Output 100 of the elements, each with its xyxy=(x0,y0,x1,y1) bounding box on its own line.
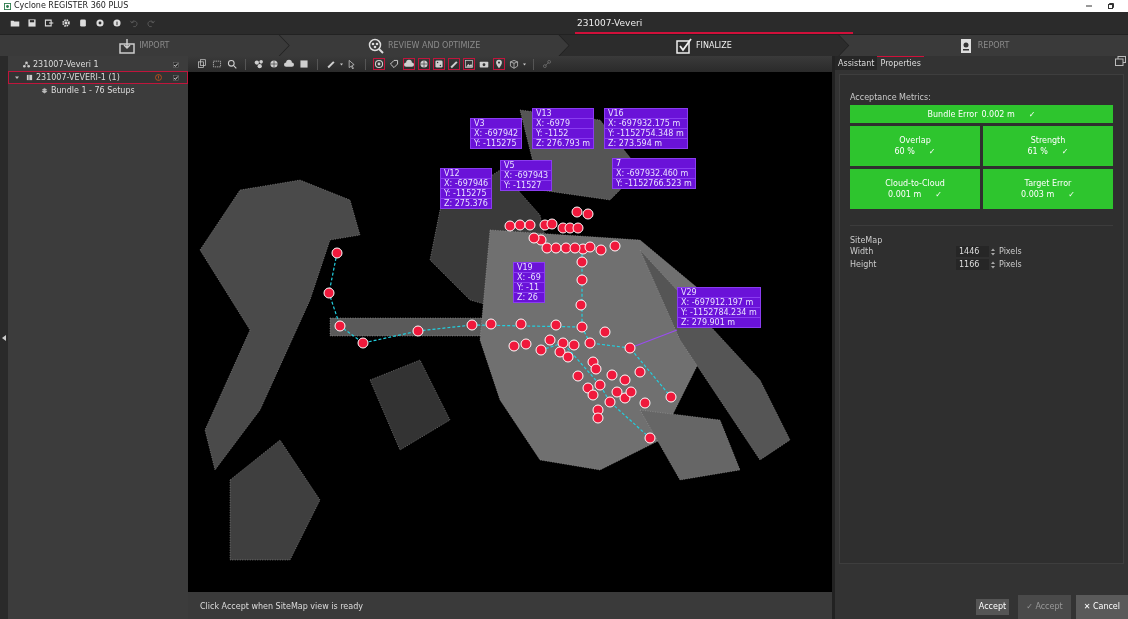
scan-label-title: V12 xyxy=(443,169,461,178)
scan-position-marker[interactable] xyxy=(514,219,526,231)
scan-position-marker[interactable] xyxy=(535,344,547,356)
scan-position-marker[interactable] xyxy=(569,242,581,254)
scan-position-marker[interactable] xyxy=(634,366,646,378)
square-icon[interactable] xyxy=(298,58,310,70)
pin-icon[interactable] xyxy=(493,58,505,70)
scan-position-marker[interactable] xyxy=(412,325,424,337)
number-field[interactable]: 1446 xyxy=(956,246,989,257)
frame-icon[interactable] xyxy=(211,58,223,70)
scan-position-marker[interactable] xyxy=(592,412,604,424)
copy-icon[interactable] xyxy=(196,58,208,70)
scan-position-marker[interactable] xyxy=(576,321,588,333)
windows-icon[interactable] xyxy=(1115,56,1126,66)
scan-position-marker[interactable] xyxy=(528,232,540,244)
folder-icon[interactable] xyxy=(10,18,20,28)
scan-position-marker[interactable] xyxy=(524,219,536,231)
scan-position-marker[interactable] xyxy=(572,222,584,234)
scan-position-marker[interactable] xyxy=(466,319,478,331)
scan-position-marker[interactable] xyxy=(520,338,532,350)
scan-position-marker[interactable] xyxy=(557,337,569,349)
spinner-arrows-icon[interactable] xyxy=(991,247,995,256)
panel-tab[interactable]: Properties xyxy=(877,56,924,70)
ruler-icon[interactable] xyxy=(325,58,337,70)
scan-position-marker[interactable] xyxy=(323,287,335,299)
scan-position-marker[interactable] xyxy=(639,397,651,409)
restore-icon[interactable] xyxy=(1108,3,1114,9)
scan-position-marker[interactable] xyxy=(568,339,580,351)
cluster-icon[interactable] xyxy=(253,58,265,70)
tag-icon[interactable] xyxy=(388,58,400,70)
export-icon[interactable] xyxy=(44,18,54,28)
checkbox[interactable] xyxy=(173,61,179,68)
cube-icon[interactable] xyxy=(508,58,520,70)
network-icon xyxy=(23,61,30,68)
scan-position-marker[interactable] xyxy=(625,386,637,398)
tree-item[interactable]: 231007-Veveri 1 xyxy=(8,58,188,71)
scan-position-marker[interactable] xyxy=(590,363,602,375)
scan-position-marker[interactable] xyxy=(582,208,594,220)
scan-position-marker[interactable] xyxy=(541,242,553,254)
expand-caret-icon[interactable] xyxy=(15,74,19,81)
scan-position-marker[interactable] xyxy=(334,320,346,332)
action-button[interactable]: ✕ Cancel xyxy=(1075,594,1128,619)
number-field[interactable]: 1166 xyxy=(956,259,989,270)
scan-position-marker[interactable] xyxy=(587,389,599,401)
scan-position-marker[interactable] xyxy=(485,318,497,330)
zoom-icon[interactable] xyxy=(226,58,238,70)
scan-position-marker[interactable] xyxy=(576,256,588,268)
scan-position-marker[interactable] xyxy=(576,274,588,286)
scan-position-marker[interactable] xyxy=(560,242,572,254)
scan-position-marker[interactable] xyxy=(515,318,527,330)
scan-position-marker[interactable] xyxy=(665,391,677,403)
scan-position-marker[interactable] xyxy=(609,240,621,252)
scan-position-marker[interactable] xyxy=(562,351,574,363)
panel-tab[interactable]: Assistant xyxy=(835,56,878,70)
scan-position-marker[interactable] xyxy=(584,241,596,253)
scan-position-marker[interactable] xyxy=(544,334,556,346)
scan-position-marker[interactable] xyxy=(624,342,636,354)
scan-position-marker[interactable] xyxy=(594,379,606,391)
accept-button[interactable]: Accept xyxy=(975,598,1010,615)
scan-position-marker[interactable] xyxy=(611,386,623,398)
scan-position-marker[interactable] xyxy=(546,218,558,230)
sphere-icon[interactable] xyxy=(268,58,280,70)
scan-position-marker[interactable] xyxy=(644,432,656,444)
scan-position-marker[interactable] xyxy=(582,382,594,394)
scan-position-marker[interactable] xyxy=(572,370,584,382)
pointer-icon[interactable] xyxy=(346,58,358,70)
scan-position-marker[interactable] xyxy=(619,374,631,386)
scan-position-marker[interactable] xyxy=(504,220,516,232)
cloud-icon[interactable] xyxy=(283,58,295,70)
tree-item-label: 231007-VEVERI-1 (1) xyxy=(36,73,121,82)
scan-label-title: V29 xyxy=(680,288,698,297)
scan-position-marker[interactable] xyxy=(575,299,587,311)
checkbox[interactable] xyxy=(173,74,179,81)
tree-item[interactable]: Bundle 1 - 76 Setups xyxy=(8,84,188,97)
scan-position-marker[interactable] xyxy=(606,369,618,381)
scan-position-marker[interactable] xyxy=(508,340,520,352)
scan-position-marker[interactable] xyxy=(550,242,562,254)
collapse-arrow-icon[interactable] xyxy=(2,335,6,341)
sphere-icon[interactable] xyxy=(418,58,430,70)
scan-position-marker[interactable] xyxy=(550,319,562,331)
tree-item[interactable]: 231007-VEVERI-1 (1) xyxy=(8,71,188,84)
info-icon[interactable] xyxy=(112,18,122,28)
target-icon[interactable] xyxy=(373,58,385,70)
image-icon[interactable] xyxy=(463,58,475,70)
scan-position-marker[interactable] xyxy=(554,346,566,358)
gear-icon[interactable] xyxy=(61,18,71,28)
scan-position-marker[interactable] xyxy=(331,247,343,259)
scan-position-marker[interactable] xyxy=(604,396,616,408)
save-icon[interactable] xyxy=(27,18,37,28)
spinner-arrows-icon[interactable] xyxy=(991,260,995,269)
minimize-icon[interactable] xyxy=(1086,3,1092,9)
ruler-icon[interactable] xyxy=(448,58,460,70)
cloud-icon[interactable] xyxy=(403,58,415,70)
workflow-step[interactable]: FINALIZE xyxy=(559,35,849,56)
scan-position-marker[interactable] xyxy=(595,244,607,256)
scan-position-marker[interactable] xyxy=(571,206,583,218)
dice-icon[interactable] xyxy=(433,58,445,70)
scan-position-marker[interactable] xyxy=(357,337,369,349)
scan-position-marker[interactable] xyxy=(584,337,596,349)
scan-position-marker[interactable] xyxy=(599,326,611,338)
